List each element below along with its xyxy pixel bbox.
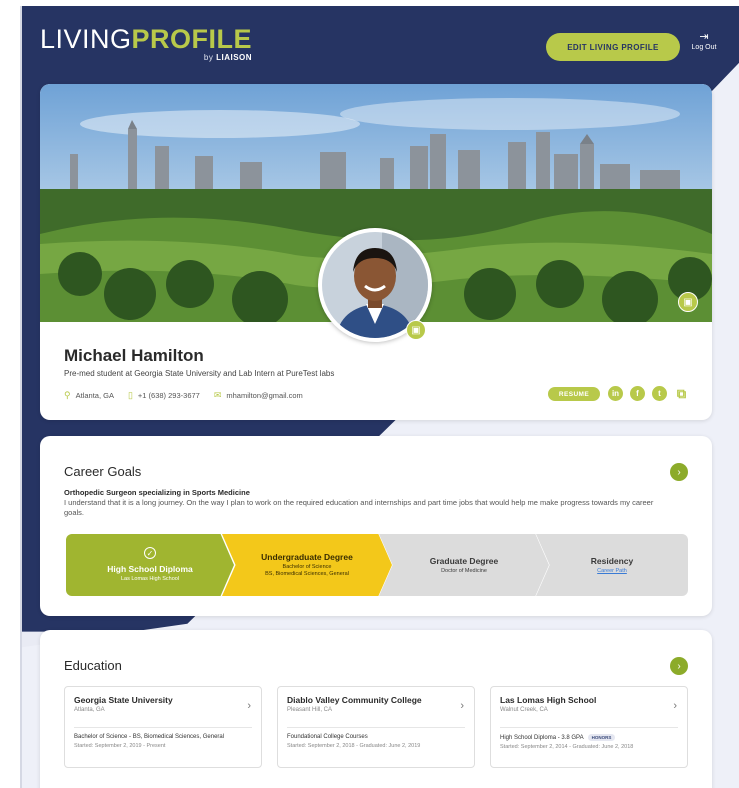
logo-profile-text: PROFILE bbox=[131, 24, 253, 54]
location-text: Atlanta, GA bbox=[75, 391, 114, 400]
career-path-steps: ✓ High School Diploma Las Lomas High Sch… bbox=[66, 534, 688, 596]
cover-camera-button[interactable]: ▣ bbox=[678, 292, 698, 312]
school-name: Las Lomas High School bbox=[500, 695, 597, 705]
linkedin-icon[interactable]: in bbox=[608, 386, 623, 401]
step-title: Graduate Degree bbox=[429, 555, 499, 566]
resume-button[interactable]: RESUME bbox=[548, 387, 600, 401]
edit-living-profile-button[interactable]: EDIT LIVING PROFILE bbox=[546, 33, 680, 61]
school-dates: Started: September 2, 2019 - Present bbox=[74, 743, 166, 749]
step-residency[interactable]: Residency Career Path bbox=[536, 534, 688, 596]
career-goals-title: Career Goals bbox=[64, 464, 142, 479]
school-name: Georgia State University bbox=[74, 695, 173, 705]
logo-living-text: LIVING bbox=[40, 24, 132, 54]
external-link-icon[interactable]: ⧉ bbox=[674, 386, 689, 401]
school-dates: Started: September 2, 2014 - Graduated: … bbox=[500, 744, 634, 751]
school-degree: Bachelor of Science - BS, Biomedical Sci… bbox=[74, 734, 225, 740]
divider bbox=[74, 727, 252, 728]
step-title: Undergraduate Degree bbox=[261, 552, 353, 562]
school-location: Walnut Creek, CA bbox=[500, 707, 548, 713]
logout-button[interactable]: ⇥ Log Out bbox=[686, 30, 722, 51]
logout-icon: ⇥ bbox=[699, 31, 709, 43]
twitter-icon[interactable]: t bbox=[652, 386, 667, 401]
education-title: Education bbox=[64, 658, 122, 673]
school-card[interactable]: Georgia State University Atlanta, GA › B… bbox=[64, 686, 262, 768]
divider bbox=[287, 727, 465, 728]
app-frame: LIVINGPROFILE by LIAISON EDIT LIVING PRO… bbox=[20, 6, 739, 788]
avatar-camera-button[interactable]: ▣ bbox=[406, 320, 426, 340]
chevron-right-icon: › bbox=[247, 700, 251, 712]
step-subtitle: Doctor of Medicine bbox=[441, 567, 487, 574]
phone-text: +1 (638) 293-3677 bbox=[137, 391, 200, 400]
step-subtitle: Bachelor of Science bbox=[282, 564, 332, 570]
goal-title: Orthopedic Surgeon specializing in Sport… bbox=[64, 488, 250, 497]
school-degree: Foundational College Courses bbox=[287, 734, 368, 740]
profile-headline: Pre-med student at Georgia State Univers… bbox=[64, 369, 335, 378]
step-title: High School Diploma bbox=[107, 564, 193, 574]
logo-byline: by LIAISON bbox=[40, 53, 252, 62]
step-undergraduate[interactable]: Undergraduate Degree Bachelor of Science… bbox=[222, 534, 392, 596]
location-pin-icon: ⚲ bbox=[64, 390, 71, 400]
career-path-link[interactable]: Career Path bbox=[597, 568, 627, 575]
contact-location: ⚲ Atlanta, GA bbox=[64, 390, 114, 401]
education-arrow-icon[interactable]: › bbox=[670, 657, 688, 675]
school-degree-text: High School Diploma - 3.8 GPA bbox=[500, 735, 584, 742]
step-graduate[interactable]: Graduate Degree Doctor of Medicine bbox=[379, 534, 549, 596]
honors-badge: HONORS bbox=[587, 734, 616, 741]
contact-email[interactable]: ✉ mhamilton@gmail.com bbox=[214, 390, 303, 401]
school-degree: High School Diploma - 3.8 GPA HONORS bbox=[500, 734, 678, 741]
education-card: Education › Georgia State University Atl… bbox=[40, 630, 712, 788]
phone-icon: ▯ bbox=[127, 390, 133, 400]
step-high-school[interactable]: ✓ High School Diploma Las Lomas High Sch… bbox=[66, 534, 234, 596]
step-title: Residency bbox=[590, 555, 634, 566]
step-subtitle-2: BS, Biomedical Sciences, General bbox=[265, 571, 349, 577]
school-card[interactable]: Las Lomas High School Walnut Creek, CA ›… bbox=[490, 686, 688, 768]
school-location: Atlanta, GA bbox=[74, 707, 105, 713]
contact-info: ⚲ Atlanta, GA ▯ +1 (638) 293-3677 ✉ mhamilt… bbox=[64, 390, 303, 401]
social-links: in f t ⧉ bbox=[608, 386, 689, 401]
chevron-right-icon: › bbox=[460, 700, 464, 712]
email-icon: ✉ bbox=[213, 390, 222, 400]
school-name: Diablo Valley Community College bbox=[287, 695, 422, 705]
step-subtitle: Las Lomas High School bbox=[120, 576, 180, 582]
school-location: Pleasant Hill, CA bbox=[287, 707, 333, 713]
contact-phone[interactable]: ▯ +1 (638) 293-3677 bbox=[128, 390, 200, 401]
logo-by-text: by bbox=[203, 53, 214, 62]
career-goals-card: Career Goals › Orthopedic Surgeon specia… bbox=[40, 436, 712, 616]
checkmark-icon: ✓ bbox=[144, 547, 156, 559]
divider bbox=[500, 727, 678, 728]
school-dates: Started: September 2, 2018 - Graduated: … bbox=[287, 743, 421, 749]
school-card[interactable]: Diablo Valley Community College Pleasant… bbox=[277, 686, 475, 768]
logo-brand-text: LIAISON bbox=[216, 53, 253, 62]
profile-name: Michael Hamilton bbox=[64, 346, 204, 365]
facebook-icon[interactable]: f bbox=[630, 386, 645, 401]
email-text: mhamilton@gmail.com bbox=[226, 391, 303, 400]
chevron-right-icon: › bbox=[673, 700, 677, 712]
goal-description: I understand that it is a long journey. … bbox=[64, 498, 654, 517]
living-profile-logo: LIVINGPROFILE by LIAISON bbox=[40, 24, 252, 62]
career-goals-arrow-icon[interactable]: › bbox=[670, 463, 688, 481]
profile-card: ▣ ▣ Michael Hamilton Pre-med student at … bbox=[40, 84, 712, 420]
logout-label: Log Out bbox=[691, 44, 717, 51]
